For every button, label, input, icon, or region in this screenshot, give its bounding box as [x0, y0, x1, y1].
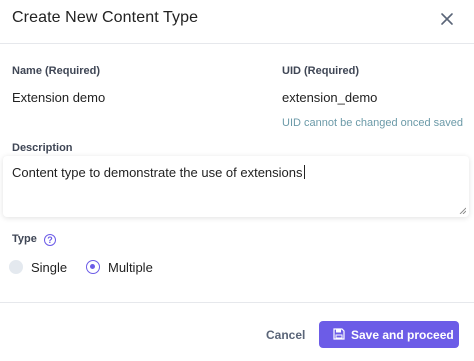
help-icon[interactable]: ?	[44, 234, 56, 246]
save-and-proceed-button[interactable]: Save and proceed	[319, 321, 459, 348]
uid-hint: UID cannot be changed onced saved	[282, 117, 464, 129]
dialog-title: Create New Content Type	[12, 9, 199, 26]
close-icon[interactable]	[436, 8, 458, 30]
type-single-label[interactable]: Single	[31, 260, 67, 275]
description-textarea[interactable]: Content type to demonstrate the use of e…	[3, 156, 469, 217]
name-label: Name (Required)	[12, 65, 101, 77]
uid-field[interactable]: extension_demo	[282, 90, 377, 105]
type-single-radio[interactable]	[9, 260, 23, 274]
text-cursor	[303, 165, 305, 179]
uid-label: UID (Required)	[282, 65, 359, 77]
resize-handle-icon[interactable]	[459, 207, 466, 214]
save-icon	[333, 328, 345, 340]
name-field[interactable]: Extension demo	[12, 90, 105, 105]
type-multiple-label[interactable]: Multiple	[108, 260, 153, 275]
description-text: Content type to demonstrate the use of e…	[12, 165, 305, 180]
type-label: Type	[12, 233, 37, 245]
save-button-label: Save and proceed	[351, 328, 454, 342]
description-label: Description	[12, 142, 73, 154]
type-multiple-radio[interactable]	[86, 260, 100, 274]
dialog-header: Create New Content Type	[0, 0, 474, 44]
dialog-footer: Cancel Save and proceed	[0, 302, 474, 361]
cancel-button[interactable]: Cancel	[266, 328, 305, 342]
description-value: Content type to demonstrate the use of e…	[12, 165, 303, 180]
